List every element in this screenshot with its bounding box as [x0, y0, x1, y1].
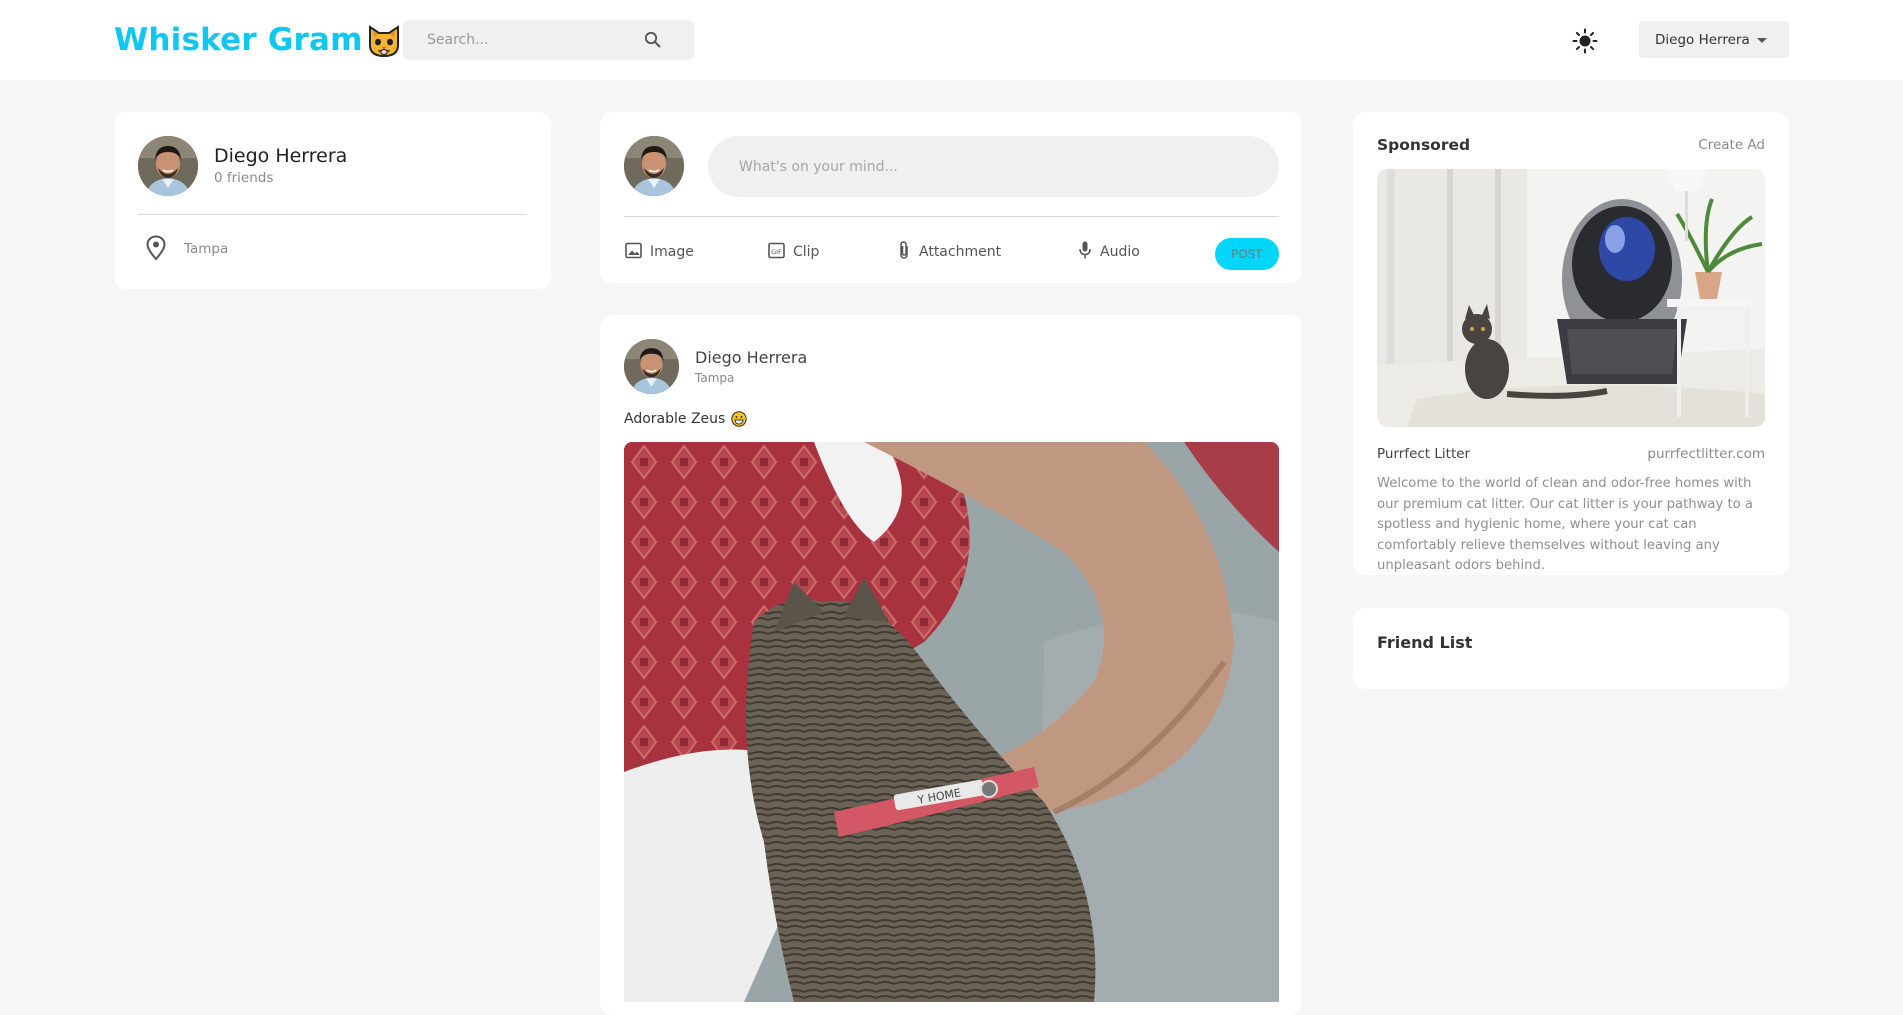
profile-location: Tampa [184, 241, 229, 257]
brand-name: Whisker Gram [114, 22, 363, 58]
create-ad-link[interactable]: Create Ad [1698, 137, 1765, 153]
brand-logo[interactable]: Whisker Gram [114, 18, 403, 62]
post-author[interactable]: Diego Herrera [695, 348, 807, 367]
audio-action-button[interactable]: Audio [1078, 240, 1140, 264]
search-icon[interactable] [643, 30, 663, 50]
image-action-label: Image [650, 244, 694, 260]
clip-icon: GIF [768, 242, 793, 263]
cat-face-icon [365, 21, 403, 59]
ad-image[interactable] [1377, 169, 1765, 427]
svg-text:GIF: GIF [771, 248, 782, 256]
divider [624, 216, 1279, 217]
avatar[interactable] [138, 136, 198, 196]
profile-card: Diego Herrera 0 friends Tampa [114, 112, 551, 289]
image-action-button[interactable]: Image [625, 242, 694, 262]
post-composer: Image GIF Clip Attachment Audio POST [600, 112, 1302, 283]
clip-action-label: Clip [793, 244, 820, 260]
user-menu-label: Diego Herrera [1655, 31, 1750, 48]
ad-brand-name: Purrfect Litter [1377, 446, 1471, 462]
friend-list-card: Friend List [1353, 608, 1789, 689]
divider [138, 214, 527, 215]
post-button[interactable]: POST [1215, 238, 1279, 270]
search-box [403, 20, 694, 60]
ad-description: Welcome to the world of clean and odor-f… [1377, 476, 1754, 573]
friends-count: 0 friends [214, 170, 274, 186]
friend-list-title: Friend List [1377, 633, 1473, 652]
post-caption: Adorable Zeus [624, 411, 748, 427]
profile-name[interactable]: Diego Herrera [214, 145, 347, 167]
sponsored-card: Sponsored Create Ad Purrfect Litter purr… [1353, 112, 1789, 575]
ad-url-link[interactable]: purrfectlitter.com [1647, 446, 1765, 462]
image-icon [625, 242, 650, 263]
attachment-action-label: Attachment [919, 244, 1002, 260]
grinning-face-icon [731, 411, 748, 427]
avatar[interactable] [624, 339, 679, 394]
paperclip-icon [897, 240, 919, 264]
user-menu-select[interactable]: Diego Herrera [1639, 21, 1789, 58]
location-pin-icon [144, 235, 168, 261]
avatar[interactable] [624, 136, 684, 196]
clip-action-button[interactable]: GIF Clip [768, 242, 819, 262]
post-caption-text: Adorable Zeus [624, 411, 726, 427]
post-image[interactable]: Y HOME [624, 442, 1279, 1002]
top-navbar: Whisker Gram Search... Diego Herrera [0, 0, 1903, 80]
attachment-action-button[interactable]: Attachment [897, 240, 1002, 264]
sponsored-title: Sponsored [1377, 136, 1471, 154]
microphone-icon [1078, 240, 1100, 264]
post-input[interactable] [708, 136, 1279, 197]
chevron-down-icon [1757, 38, 1767, 43]
sun-icon[interactable] [1572, 28, 1598, 54]
audio-action-label: Audio [1100, 244, 1140, 260]
post-location: Tampa [695, 371, 735, 385]
feed-post: Diego Herrera Tampa Adorable Zeus Y HOME [600, 315, 1302, 1015]
search-input[interactable] [403, 20, 643, 60]
